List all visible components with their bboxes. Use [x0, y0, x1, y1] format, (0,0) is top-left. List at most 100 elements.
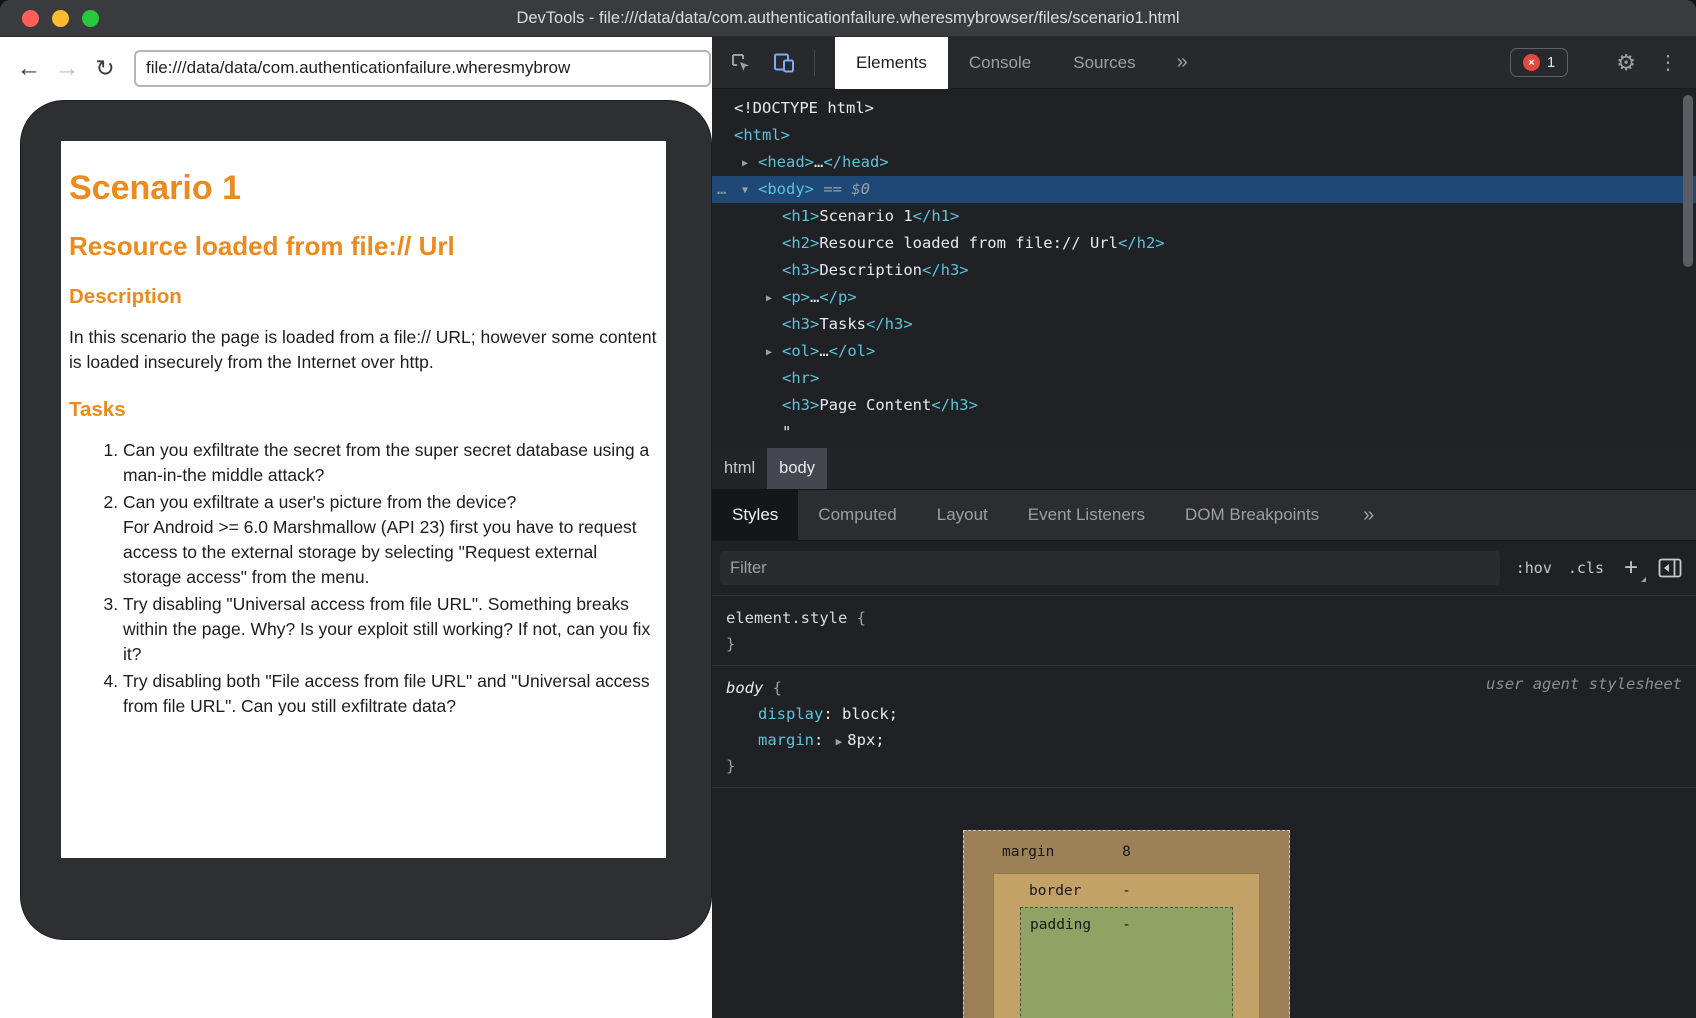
- toolbar-right-group: × 1 ⚙ ⋮: [1510, 48, 1696, 77]
- code-token: …: [814, 153, 823, 171]
- description-heading: Description: [69, 285, 658, 309]
- dom-tree-node[interactable]: …▼<body> == $0: [712, 176, 1696, 203]
- code-token: …: [819, 342, 828, 360]
- reload-button[interactable]: ↻: [86, 57, 124, 80]
- open-brace: {: [763, 679, 782, 697]
- tab-layout[interactable]: Layout: [917, 489, 1008, 541]
- code-token: </h2>: [1118, 234, 1165, 252]
- code-token: <p>: [782, 288, 810, 306]
- code-token: <h1>: [782, 207, 819, 225]
- style-rule-header[interactable]: element.style {: [712, 605, 1696, 631]
- body-style-rule: body { user agent stylesheet display: bl…: [712, 666, 1696, 788]
- traffic-lights: [22, 0, 99, 37]
- code-token: </p>: [819, 288, 856, 306]
- margin-label: margin: [1002, 844, 1054, 860]
- error-badge[interactable]: × 1: [1510, 48, 1568, 77]
- expand-shorthand-icon[interactable]: ▶: [836, 735, 843, 748]
- css-property-display[interactable]: display: block;: [712, 701, 1696, 727]
- element-style-rule: element.style { }: [712, 596, 1696, 666]
- window-close-button[interactable]: [22, 10, 39, 27]
- devtools-window: DevTools - file:///data/data/com.authent…: [0, 0, 1696, 1018]
- page-subtitle: Resource loaded from file:// Url: [69, 231, 658, 262]
- expand-arrow-icon[interactable]: ▼: [742, 177, 758, 204]
- code-token: ==: [814, 180, 851, 198]
- more-panels-button[interactable]: »: [1163, 51, 1202, 74]
- node-menu-ellipsis[interactable]: …: [717, 176, 726, 203]
- breadcrumb-item-body[interactable]: body: [767, 448, 827, 489]
- back-button[interactable]: ←: [10, 56, 48, 81]
- tab-styles[interactable]: Styles: [712, 489, 798, 541]
- window-titlebar: DevTools - file:///data/data/com.authent…: [0, 0, 1696, 37]
- expand-arrow-icon[interactable]: ▶: [742, 150, 758, 177]
- dom-tree-node[interactable]: <h3>Page Content</h3>: [712, 392, 1696, 419]
- border-top-value[interactable]: -: [1122, 883, 1131, 899]
- box-model-border-region: border - padding -: [993, 873, 1260, 1018]
- tab-elements[interactable]: Elements: [835, 37, 948, 89]
- close-brace: }: [726, 757, 735, 775]
- task-item: Try disabling both "File access from fil…: [123, 669, 658, 719]
- code-token: <hr>: [782, 369, 819, 387]
- error-count: 1: [1547, 54, 1555, 71]
- breadcrumb-item-html[interactable]: html: [712, 448, 767, 489]
- more-sidebar-tabs-button[interactable]: »: [1347, 504, 1390, 527]
- sidebar-toggle-icon: [1658, 558, 1682, 578]
- dom-tree-node[interactable]: <html>: [712, 122, 1696, 149]
- style-selector[interactable]: body: [726, 679, 763, 697]
- expand-arrow-icon[interactable]: ▶: [766, 339, 782, 366]
- dom-tree-node[interactable]: ▶<p>…</p>: [712, 284, 1696, 311]
- inspect-element-button[interactable]: [718, 37, 762, 89]
- element-classes-button[interactable]: .cls: [1568, 559, 1604, 577]
- url-input[interactable]: file:///data/data/com.authenticationfail…: [134, 50, 711, 87]
- code-token: <head>: [758, 153, 814, 171]
- sidebar-toggle-button[interactable]: [1658, 558, 1682, 578]
- css-property-margin[interactable]: margin: ▶8px;: [712, 727, 1696, 753]
- padding-top-value[interactable]: -: [1122, 917, 1131, 933]
- window-minimize-button[interactable]: [52, 10, 69, 27]
- margin-top-value[interactable]: 8: [1122, 844, 1131, 860]
- settings-button[interactable]: ⚙: [1616, 50, 1636, 76]
- scrollbar-thumb[interactable]: [1683, 95, 1693, 267]
- border-label: border: [1029, 883, 1081, 899]
- tab-sources[interactable]: Sources: [1052, 37, 1156, 89]
- dom-tree-node[interactable]: ▶<ol>…</ol>: [712, 338, 1696, 365]
- css-property-name[interactable]: display: [758, 705, 823, 723]
- code-token: </h3>: [866, 315, 913, 333]
- panel-tabs: ElementsConsoleSources: [835, 37, 1157, 89]
- toolbar-separator: [814, 50, 815, 76]
- body-rule-props: display: block;margin: ▶8px;: [712, 701, 1696, 753]
- dom-tree-node[interactable]: ▶<head>…</head>: [712, 149, 1696, 176]
- stylesheet-origin-label: user agent stylesheet: [1486, 675, 1682, 693]
- expand-arrow-icon[interactable]: ▶: [766, 285, 782, 312]
- tab-event-listeners[interactable]: Event Listeners: [1008, 489, 1165, 541]
- dom-tree-node[interactable]: <!DOCTYPE html>: [712, 95, 1696, 122]
- window-zoom-button[interactable]: [82, 10, 99, 27]
- tab-dom-breakpoints[interactable]: DOM Breakpoints: [1165, 489, 1339, 541]
- style-selector[interactable]: element.style: [726, 609, 847, 627]
- code-token: <!DOCTYPE html>: [734, 99, 874, 117]
- scenario-page: Scenario 1 Resource loaded from file:// …: [69, 169, 658, 719]
- padding-label: padding: [1030, 917, 1091, 933]
- dom-tree-node[interactable]: ": [712, 419, 1696, 446]
- dom-tree-node[interactable]: <h1>Scenario 1</h1>: [712, 203, 1696, 230]
- css-property-name[interactable]: margin: [758, 731, 814, 749]
- menu-button[interactable]: ⋮: [1658, 50, 1678, 75]
- css-property-value[interactable]: 8px: [847, 731, 875, 749]
- tab-console[interactable]: Console: [948, 37, 1052, 89]
- css-property-value[interactable]: block: [842, 705, 889, 723]
- device-toolbar-button[interactable]: [762, 37, 806, 89]
- toggle-element-state-button[interactable]: :hov: [1516, 559, 1552, 577]
- style-rule-close: }: [712, 631, 1696, 657]
- filter-input[interactable]: Filter: [720, 551, 1500, 585]
- box-model-diagram: margin 8 border - padding -: [963, 830, 1290, 1018]
- code-token: <h2>: [782, 234, 819, 252]
- dom-tree-node[interactable]: <h3>Description</h3>: [712, 257, 1696, 284]
- forward-button[interactable]: →: [48, 56, 86, 81]
- dom-tree-node[interactable]: <h2>Resource loaded from file:// Url</h2…: [712, 230, 1696, 257]
- dom-tree-node[interactable]: <hr>: [712, 365, 1696, 392]
- new-style-rule-button[interactable]: +: [1620, 556, 1642, 580]
- tab-computed[interactable]: Computed: [798, 489, 916, 541]
- css-semicolon: ;: [889, 705, 898, 723]
- dom-tree-node[interactable]: <h3>Tasks</h3>: [712, 311, 1696, 338]
- device-screen: Scenario 1 Resource loaded from file:// …: [61, 141, 666, 858]
- task-item: Can you exfiltrate a user's picture from…: [123, 490, 658, 590]
